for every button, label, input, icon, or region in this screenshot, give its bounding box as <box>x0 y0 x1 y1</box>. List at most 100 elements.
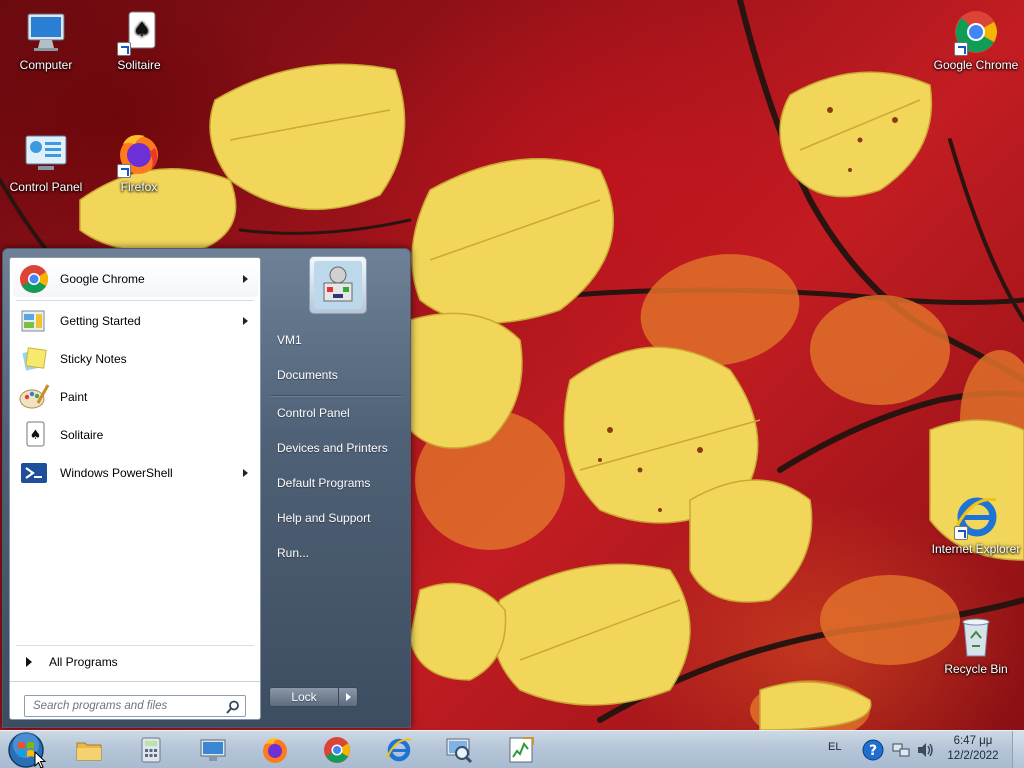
paint-icon <box>18 381 50 413</box>
firefox-icon <box>115 130 163 178</box>
submenu-arrow-icon[interactable] <box>243 469 248 477</box>
user-picture[interactable] <box>309 256 367 314</box>
user-avatar-icon <box>314 261 362 309</box>
start-right-item-label: Help and Support <box>277 511 371 525</box>
expand-arrow-icon <box>26 657 32 667</box>
shortcut-arrow-icon <box>117 164 131 178</box>
search-icon[interactable] <box>225 699 241 715</box>
desktop-icon-computer[interactable]: Computer <box>1 8 91 72</box>
start-item-paint[interactable]: Paint <box>13 379 258 415</box>
input-language-indicator[interactable]: EL <box>828 741 841 753</box>
start-item-label: Solitaire <box>60 428 104 442</box>
desktop-icon-label: Computer <box>19 58 73 72</box>
computer-icon <box>22 8 70 56</box>
start-menu-divider <box>10 681 260 682</box>
volume-icon[interactable] <box>916 742 934 758</box>
submenu-arrow-icon[interactable] <box>243 275 248 283</box>
clock-time: 6:47 μμ <box>953 735 993 747</box>
start-item-label: Sticky Notes <box>60 352 127 366</box>
start-item-label: Windows PowerShell <box>60 466 173 480</box>
taskbar-remote-desktop[interactable] <box>186 733 240 767</box>
start-right-item-documents[interactable]: Documents <box>269 360 407 390</box>
taskbar-google-chrome[interactable] <box>310 733 364 767</box>
taskbar-calculator[interactable] <box>124 733 178 767</box>
remote-desktop-icon <box>200 739 226 761</box>
powershell-icon <box>18 457 50 489</box>
desktop-icon-label: Google Chrome <box>933 58 1019 72</box>
start-menu-divider <box>16 300 254 301</box>
sticky-notes-icon <box>18 343 50 375</box>
magnifier-icon <box>446 738 473 764</box>
start-right-item-control-panel[interactable]: Control Panel <box>269 398 407 428</box>
solitaire-icon: ♠ <box>115 8 163 56</box>
desktop-icon-internet-explorer[interactable]: Internet Explorer <box>931 492 1021 556</box>
taskbar-windows-explorer[interactable] <box>62 733 116 767</box>
lock-button[interactable]: Lock <box>269 687 339 707</box>
start-item-label: Getting Started <box>60 314 141 328</box>
chrome-icon <box>324 737 350 763</box>
help-icon[interactable]: ? <box>862 739 884 761</box>
taskbar-magnifier[interactable] <box>432 733 486 767</box>
shortcut-arrow-icon <box>954 526 968 540</box>
taskbar: EL ? 6:47 μμ 12/2/2022 <box>0 730 1024 768</box>
taskbar-internet-explorer[interactable] <box>372 733 426 767</box>
mouse-cursor-icon <box>34 751 47 768</box>
taskbar-firefox[interactable] <box>248 733 302 767</box>
clock-date: 12/2/2022 <box>947 750 999 762</box>
lock-button-label: Lock <box>291 690 317 704</box>
svg-text:♠: ♠ <box>30 428 42 443</box>
start-right-item-label: Default Programs <box>277 476 371 490</box>
start-item-label: Paint <box>60 390 88 404</box>
desktop-icon-google-chrome[interactable]: Google Chrome <box>931 8 1021 72</box>
network-icon[interactable] <box>892 742 910 758</box>
start-right-item-label: VM1 <box>277 333 302 347</box>
start-right-item-label: Devices and Printers <box>277 441 388 455</box>
all-programs-button[interactable]: All Programs <box>13 650 258 674</box>
start-right-item-label: Control Panel <box>277 406 350 420</box>
shortcut-arrow-icon <box>954 42 968 56</box>
desktop-icon-solitaire[interactable]: ♠ Solitaire <box>94 8 184 72</box>
all-programs-label: All Programs <box>49 655 118 669</box>
recycle-bin-icon <box>952 612 1000 660</box>
start-right-item-devices-and-printers[interactable]: Devices and Printers <box>269 433 407 463</box>
desktop-icon-recycle-bin[interactable]: Recycle Bin <box>931 612 1021 676</box>
start-right-item-label: Run... <box>277 546 310 560</box>
start-item-sticky-notes[interactable]: Sticky Notes <box>13 341 258 377</box>
taskbar-resource-monitor[interactable] <box>494 733 548 767</box>
show-desktop-button[interactable] <box>1012 731 1024 768</box>
internet-explorer-icon <box>386 738 412 762</box>
getting-started-icon <box>18 305 50 337</box>
desktop-icon-firefox[interactable]: Firefox <box>94 130 184 194</box>
system-clock[interactable]: 6:47 μμ 12/2/2022 <box>940 734 1006 764</box>
desktop-icon-label: Solitaire <box>117 58 161 72</box>
start-menu-programs-pane: Google Chrome Getting Started Sticky Not… <box>9 257 261 720</box>
start-right-divider <box>271 395 401 396</box>
desktop-icon-label: Control Panel <box>9 180 83 194</box>
chrome-icon <box>18 263 50 295</box>
shortcut-arrow-icon <box>117 42 131 56</box>
control-panel-icon <box>22 130 70 178</box>
shutdown-options-button[interactable] <box>338 687 358 707</box>
start-right-item-help-and-support[interactable]: Help and Support <box>269 503 407 533</box>
start-item-google-chrome[interactable]: Google Chrome <box>13 261 258 297</box>
start-item-solitaire[interactable]: ♠ Solitaire <box>13 417 258 453</box>
start-item-windows-powershell[interactable]: Windows PowerShell <box>13 455 258 491</box>
start-right-item-label: Documents <box>277 368 338 382</box>
internet-explorer-icon <box>952 492 1000 540</box>
monitor-icon <box>509 737 534 763</box>
start-right-item-run[interactable]: Run... <box>269 538 407 568</box>
start-search-input[interactable]: Search programs and files <box>24 695 246 717</box>
desktop-icon-label: Firefox <box>120 180 158 194</box>
desktop-icon-label: Internet Explorer <box>931 542 1021 556</box>
start-item-getting-started[interactable]: Getting Started <box>13 303 258 339</box>
start-right-item-user[interactable]: VM1 <box>269 325 407 355</box>
start-item-label: Google Chrome <box>60 272 145 286</box>
folder-icon <box>76 742 102 761</box>
submenu-arrow-icon[interactable] <box>243 317 248 325</box>
start-right-item-default-programs[interactable]: Default Programs <box>269 468 407 498</box>
svg-text:♠: ♠ <box>133 17 151 41</box>
desktop-icon-control-panel[interactable]: Control Panel <box>1 130 91 194</box>
search-placeholder: Search programs and files <box>33 700 168 712</box>
calculator-icon <box>141 737 161 763</box>
start-menu: Google Chrome Getting Started Sticky Not… <box>2 248 411 728</box>
